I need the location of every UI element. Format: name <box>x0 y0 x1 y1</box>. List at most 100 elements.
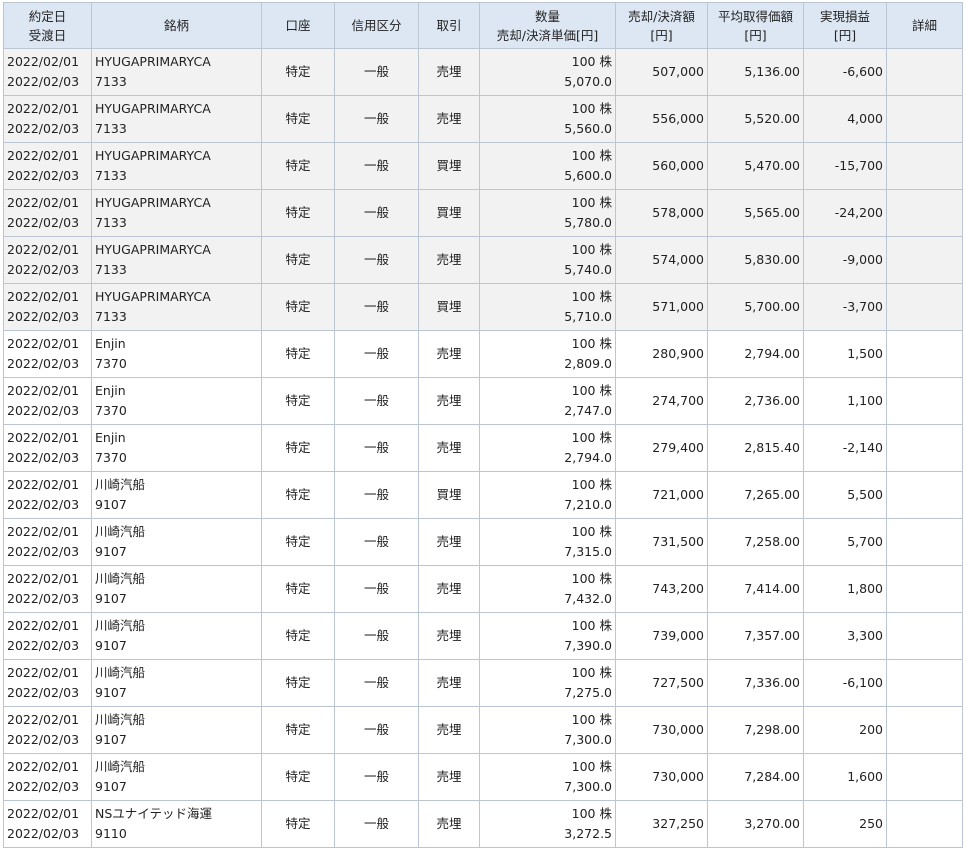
quantity: 100 株 <box>571 336 612 351</box>
settle-price: 7,390.0 <box>564 638 612 653</box>
cell-account: 特定 <box>261 48 335 96</box>
account-type: 特定 <box>285 534 311 549</box>
account-type: 特定 <box>285 628 311 643</box>
cell-pnl: 250 <box>803 800 887 848</box>
header-name: 銘柄 <box>91 2 262 49</box>
cell-quantity: 100 株 7,275.0 <box>479 659 616 707</box>
account-type: 特定 <box>285 346 311 361</box>
cell-pnl: 1,100 <box>803 377 887 425</box>
credit-type: 一般 <box>363 299 389 314</box>
cell-dates: 2022/02/01 2022/02/03 <box>3 706 92 754</box>
cell-avg-cost: 5,565.00 <box>707 189 804 237</box>
quantity: 100 株 <box>571 101 612 116</box>
cell-trade: 買埋 <box>418 283 480 331</box>
cell-amount: 731,500 <box>615 518 708 566</box>
cell-account: 特定 <box>261 377 335 425</box>
cell-trade: 売埋 <box>418 236 480 284</box>
cell-dates: 2022/02/01 2022/02/03 <box>3 471 92 519</box>
security-code: 9107 <box>95 591 127 606</box>
account-type: 特定 <box>285 64 311 79</box>
cell-dates: 2022/02/01 2022/02/03 <box>3 753 92 801</box>
cell-quantity: 100 株 7,300.0 <box>479 706 616 754</box>
settle-date: 2022/02/03 <box>7 591 80 606</box>
account-type: 特定 <box>285 769 311 784</box>
quantity: 100 株 <box>571 712 612 727</box>
cell-detail <box>886 95 963 143</box>
cell-security: Enjin 7370 <box>91 330 262 378</box>
security-code: 7370 <box>95 403 127 418</box>
average-cost: 2,815.40 <box>744 440 800 455</box>
settle-amount: 327,250 <box>652 816 704 831</box>
header-settle-date: 受渡日 <box>28 27 67 43</box>
settle-amount: 274,700 <box>652 393 704 408</box>
cell-detail <box>886 189 963 237</box>
settle-amount: 730,000 <box>652 769 704 784</box>
trade-date: 2022/02/01 <box>7 336 80 351</box>
cell-pnl: -9,000 <box>803 236 887 284</box>
cell-quantity: 100 株 7,300.0 <box>479 753 616 801</box>
quantity: 100 株 <box>571 54 612 69</box>
cell-quantity: 100 株 3,272.5 <box>479 800 616 848</box>
account-type: 特定 <box>285 205 311 220</box>
trade-date: 2022/02/01 <box>7 712 80 727</box>
header-trade: 取引 <box>418 2 480 49</box>
cell-trade: 売埋 <box>418 518 480 566</box>
header-detail-label: 詳細 <box>911 17 937 33</box>
trade-type: 売埋 <box>436 581 462 596</box>
quantity: 100 株 <box>571 524 612 539</box>
cell-account: 特定 <box>261 612 335 660</box>
cell-credit: 一般 <box>334 189 419 237</box>
cell-avg-cost: 2,815.40 <box>707 424 804 472</box>
settle-date: 2022/02/03 <box>7 215 80 230</box>
cell-dates: 2022/02/01 2022/02/03 <box>3 800 92 848</box>
realized-pnl: 3,300 <box>847 628 883 643</box>
account-type: 特定 <box>285 440 311 455</box>
settle-date: 2022/02/03 <box>7 168 80 183</box>
cell-account: 特定 <box>261 236 335 284</box>
realized-pnl: -15,700 <box>834 158 883 173</box>
cell-credit: 一般 <box>334 800 419 848</box>
cell-dates: 2022/02/01 2022/02/03 <box>3 565 92 613</box>
cell-security: HYUGAPRIMARYCA 7133 <box>91 236 262 284</box>
trade-date: 2022/02/01 <box>7 618 80 633</box>
cell-quantity: 100 株 7,210.0 <box>479 471 616 519</box>
cell-security: Enjin 7370 <box>91 377 262 425</box>
cell-trade: 売埋 <box>418 424 480 472</box>
cell-dates: 2022/02/01 2022/02/03 <box>3 95 92 143</box>
table-row: 2022/02/01 2022/02/03 Enjin 7370 特定 一般 売埋 100 株… <box>3 330 963 378</box>
average-cost: 3,270.00 <box>744 816 800 831</box>
cell-security: HYUGAPRIMARYCA 7133 <box>91 189 262 237</box>
cell-avg-cost: 7,258.00 <box>707 518 804 566</box>
settle-date: 2022/02/03 <box>7 403 80 418</box>
realized-pnl: -9,000 <box>842 252 883 267</box>
average-cost: 2,794.00 <box>744 346 800 361</box>
header-amount-unit: [円] <box>650 27 673 43</box>
quantity: 100 株 <box>571 289 612 304</box>
cell-quantity: 100 株 2,747.0 <box>479 377 616 425</box>
cell-pnl: 5,500 <box>803 471 887 519</box>
cell-security: NSユナイテッド海運 9110 <box>91 800 262 848</box>
cell-avg-cost: 7,298.00 <box>707 706 804 754</box>
cell-dates: 2022/02/01 2022/02/03 <box>3 330 92 378</box>
cell-credit: 一般 <box>334 471 419 519</box>
cell-account: 特定 <box>261 189 335 237</box>
trade-date: 2022/02/01 <box>7 477 80 492</box>
table-body: 2022/02/01 2022/02/03 HYUGAPRIMARYCA 7133 特定… <box>3 48 963 848</box>
settle-amount: 730,000 <box>652 722 704 737</box>
cell-avg-cost: 2,736.00 <box>707 377 804 425</box>
security-name: NSユナイテッド海運 <box>95 806 213 821</box>
settle-price: 2,747.0 <box>564 403 612 418</box>
cell-quantity: 100 株 2,809.0 <box>479 330 616 378</box>
cell-credit: 一般 <box>334 659 419 707</box>
average-cost: 7,336.00 <box>744 675 800 690</box>
quantity: 100 株 <box>571 383 612 398</box>
cell-avg-cost: 7,357.00 <box>707 612 804 660</box>
cell-security: HYUGAPRIMARYCA 7133 <box>91 142 262 190</box>
trade-type: 売埋 <box>436 111 462 126</box>
credit-type: 一般 <box>363 487 389 502</box>
trade-type: 売埋 <box>436 722 462 737</box>
header-amount: 売却/決済額 [円] <box>615 2 708 49</box>
table-row: 2022/02/01 2022/02/03 NSユナイテッド海運 9110 特定 一般 売埋… <box>3 800 963 848</box>
security-code: 7133 <box>95 121 127 136</box>
security-name: 川崎汽船 <box>95 759 146 774</box>
